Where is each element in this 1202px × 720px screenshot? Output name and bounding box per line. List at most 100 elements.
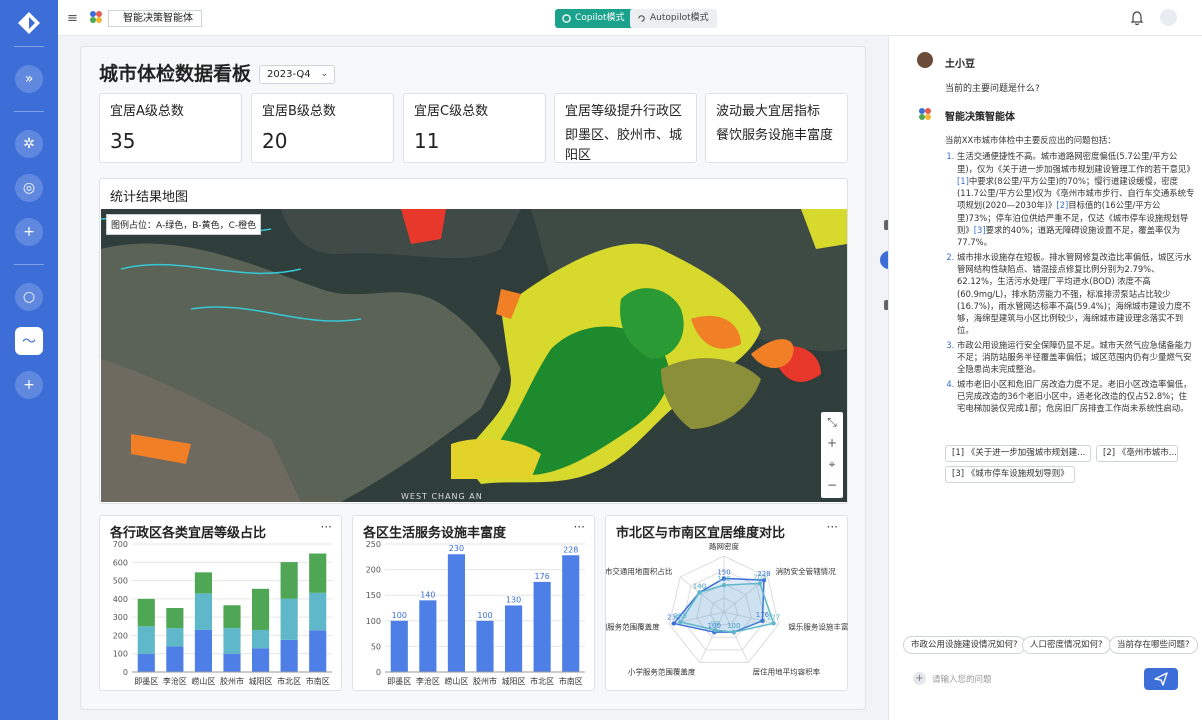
reference-button-2[interactable]: [2] 《亳州市城市...	[1096, 445, 1178, 462]
y-tick-label: 50	[371, 642, 381, 651]
bar-segment	[137, 626, 155, 654]
answer-item: 市政公用设施运行安全保障仍显不足。城市天然气应急储备能力不足；消防站服务半径覆盖…	[957, 339, 1195, 376]
x-tick-label: 市南区	[306, 676, 330, 686]
radar-point	[731, 629, 736, 635]
stat-value: 20	[262, 129, 288, 153]
stat-value: 11	[414, 129, 440, 153]
radar-point	[771, 621, 776, 626]
suggestion-chip[interactable]: 人口密度情况如何?	[1022, 636, 1111, 654]
data-label: 230	[449, 544, 464, 553]
zoom-in-icon[interactable]: +	[821, 433, 843, 454]
reference-button-1[interactable]: [1] 《关于进一步加强城市规划建...	[945, 445, 1091, 462]
period-select[interactable]: 2023-Q4 ⌄	[259, 65, 335, 84]
radar-data-label: 227	[767, 613, 780, 621]
radar-axis-label: 消防安全管辖情况	[776, 566, 836, 576]
bar-segment	[309, 553, 327, 593]
data-label: 228	[563, 545, 578, 554]
x-tick-label: 李沧区	[163, 676, 187, 686]
map-place-label: WEST CHANG AN	[401, 492, 483, 501]
more-options-icon[interactable]: ···	[321, 520, 332, 534]
bar	[533, 581, 551, 672]
citation-link[interactable]: [1]	[957, 176, 969, 186]
dashboard-active-icon[interactable]: 〜	[15, 327, 43, 355]
ring-icon[interactable]: ○	[15, 283, 43, 311]
user-avatar	[917, 52, 933, 68]
zoom-out-icon[interactable]: −	[821, 475, 843, 496]
x-tick-label: 胶州市	[473, 676, 497, 686]
radar-point	[671, 621, 676, 626]
y-tick-label: 0	[376, 668, 381, 677]
y-tick-label: 150	[366, 591, 381, 600]
citation-link[interactable]: [3]	[974, 225, 986, 235]
bar-segment	[194, 629, 212, 672]
radar-data-label: 100	[727, 622, 740, 630]
rail-divider	[14, 264, 44, 265]
answer-text: 城市排水设施存在短板。排水管网修复改造比率偏低，城区污水管网结构性缺陷点、错混接…	[957, 251, 1192, 336]
add-app-icon[interactable]: +	[15, 371, 43, 399]
bar	[562, 555, 580, 672]
bell-icon[interactable]	[1130, 10, 1144, 26]
bar-segment	[223, 605, 241, 629]
stat-label: 宜居B级总数	[262, 104, 336, 119]
dashboard-title: 城市体检数据看板	[99, 63, 252, 85]
more-options-icon[interactable]: ···	[827, 520, 838, 534]
bar-segment	[309, 630, 327, 672]
answer-text: 市政公用设施运行安全保障仍显不足。城市天然气应急储备能力不足；消防站服务半径覆盖…	[957, 339, 1192, 375]
locate-icon[interactable]: ⌖	[821, 454, 843, 475]
rail-divider	[14, 111, 44, 112]
x-tick-label: 城阳区	[502, 677, 526, 686]
x-tick-label: 市北区	[277, 676, 301, 686]
copilot-mode-button[interactable]: Copilot模式	[555, 9, 633, 28]
chat-input[interactable]: + 请输入您的问题	[903, 662, 1199, 696]
radar-data-label: 200	[674, 612, 687, 620]
stat-value: 35	[110, 129, 136, 153]
more-options-icon[interactable]: ···	[574, 520, 585, 534]
x-tick-label: 即墨区	[387, 677, 411, 686]
bar-segment	[194, 572, 212, 594]
agent-icon[interactable]: »	[15, 65, 43, 93]
app-title-box[interactable]: 智能决策智能体	[108, 10, 202, 27]
answer-list: 生活交通便捷性不高。城市道路网密度偏低(5.7公里/平方公里)，仅为《关于进一步…	[945, 150, 1195, 414]
add-icon[interactable]: +	[15, 218, 43, 246]
y-tick-label: 100	[113, 650, 128, 659]
user-question: 当前的主要问题是什么?	[945, 84, 1040, 94]
radar-axis-label: 市交通用地面积占比	[606, 566, 673, 576]
menu-icon[interactable]: ≡	[67, 11, 78, 26]
send-button[interactable]	[1144, 668, 1178, 690]
left-rail: » ✲ ◎ + ○ 〜 +	[0, 0, 58, 720]
radar-data-label: 90	[711, 620, 720, 628]
chart-radar-card: 市北区与市南区宜居维度对比 ··· 路网密度 消防安全管辖情况 娱乐服务设施丰富 居住…	[605, 515, 848, 691]
user-avatar-icon[interactable]	[1160, 9, 1177, 26]
autopilot-icon	[638, 15, 645, 22]
reference-button-3[interactable]: [3] 《城市停车设施规划导则》	[945, 466, 1075, 483]
copilot-label: Copilot模式	[575, 13, 625, 23]
model-icon[interactable]: ✲	[15, 130, 43, 158]
chat-input-placeholder: 请输入您的问题	[932, 675, 992, 685]
radar-data-label: 140	[693, 582, 706, 590]
steering-icon[interactable]: ◎	[15, 174, 43, 202]
bar-segment	[166, 646, 184, 672]
y-tick-label: 400	[113, 595, 128, 604]
bar-segment	[252, 648, 270, 672]
citation-link[interactable]: [2]	[1056, 200, 1068, 210]
x-tick-label: 市南区	[559, 676, 583, 686]
bar-segment	[280, 598, 298, 640]
bar-segment	[166, 608, 184, 629]
x-tick-label: 李沧区	[416, 676, 440, 686]
agent-name: 智能决策智能体	[945, 112, 1015, 123]
stat-card-c: 宜居C级总数 11	[403, 93, 546, 163]
brand-logo-icon[interactable]	[16, 10, 42, 36]
suggestion-chip[interactable]: 当前存在哪些问题?	[1109, 636, 1198, 654]
autopilot-mode-button[interactable]: Autopilot模式	[630, 9, 717, 28]
fullscreen-icon[interactable]: ⤡	[821, 412, 843, 433]
satellite-map[interactable]: 图例占位：A-绿色，B-黄色，C-橙色 WEST CHANG AN ⤡ + ⌖ …	[101, 209, 847, 502]
y-tick-label: 200	[113, 631, 128, 640]
radar-point	[757, 581, 763, 586]
attach-plus-icon[interactable]: +	[913, 672, 926, 685]
radar-chart: 路网密度消防安全管辖情况娱乐服务设施丰富居住用地平均容积率 小学服务范围覆盖度 园服…	[606, 541, 848, 677]
bar-segment	[223, 653, 241, 672]
data-label: 100	[477, 611, 492, 620]
radar-axis-label: 园服务范围覆盖度	[606, 622, 660, 632]
suggestion-chip[interactable]: 市政公用设施建设情况如何?	[903, 636, 1026, 654]
chat-panel: 土小豆 当前的主要问题是什么? 智能决策智能体 当前XX市城市体检中主要反应出的…	[888, 36, 1202, 720]
